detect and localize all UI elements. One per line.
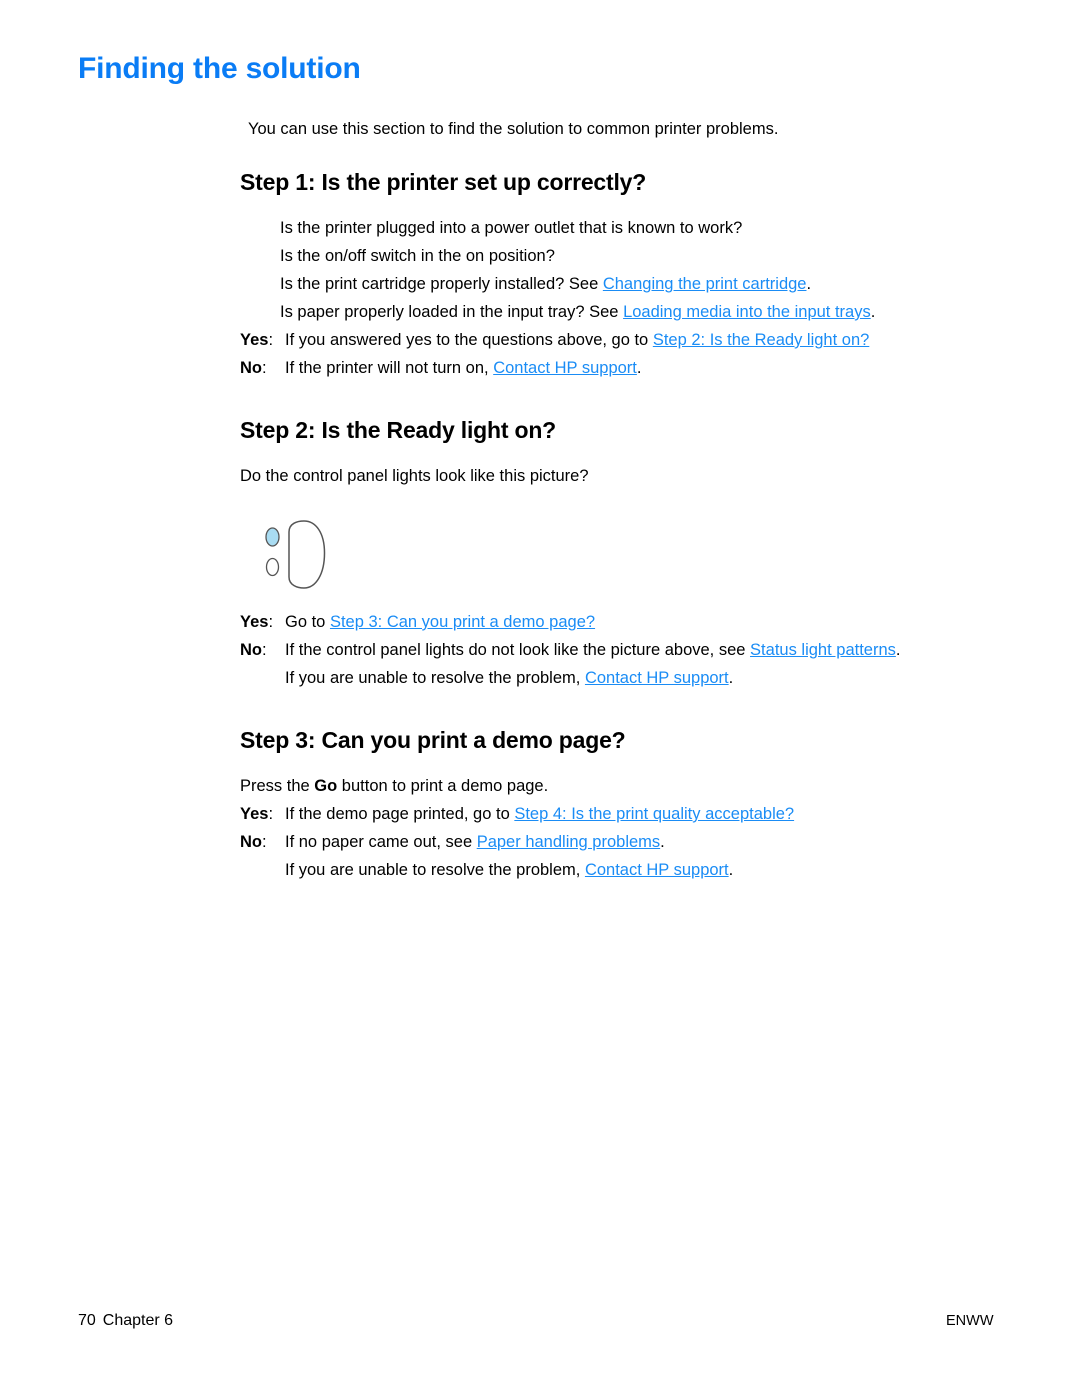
- yes-word: Yes: [240, 613, 269, 631]
- link-changing-the-print-cartridge[interactable]: Changing the print cartridge: [603, 275, 807, 293]
- attention-light-icon: [265, 557, 280, 577]
- step-3-yes-row: Yes: If the demo page printed, go to Ste…: [240, 800, 1030, 828]
- go-button-name: Go: [314, 777, 338, 795]
- no-word: No: [240, 359, 262, 377]
- text-fragment: .: [728, 669, 734, 687]
- step-1-no-row: No: If the printer will not turn on, Con…: [240, 354, 1030, 382]
- step-1-yes-text: If you answered yes to the questions abo…: [285, 326, 1030, 354]
- no-label: No:: [240, 828, 285, 856]
- step-1-no-text: If the printer will not turn on, Contact…: [285, 354, 1030, 382]
- link-contact-hp-support[interactable]: Contact HP support: [585, 861, 729, 879]
- no-colon: :: [262, 833, 267, 851]
- step-2-question: Do the control panel lights look like th…: [240, 467, 589, 485]
- yes-colon: :: [268, 331, 274, 349]
- step-1-question-4: Is paper properly loaded in the input tr…: [280, 298, 1030, 326]
- footer-left: 70 Chapter 6: [78, 1312, 173, 1330]
- yes-label: Yes:: [240, 326, 285, 354]
- text-fragment: If the control panel lights do not look …: [285, 641, 751, 659]
- no-word: No: [240, 833, 262, 851]
- no-colon: :: [262, 641, 267, 659]
- step-2-heading: Step 2: Is the Ready light on?: [240, 417, 557, 443]
- link-loading-media-into-the-input-trays[interactable]: Loading media into the input trays: [623, 303, 871, 321]
- yes-colon: :: [268, 613, 274, 631]
- step-3-instruction: Press the Go button to print a demo page…: [240, 772, 1030, 800]
- yes-word: Yes: [240, 331, 269, 349]
- go-button-icon: [288, 520, 326, 589]
- step-3-heading: Step 3: Can you print a demo page?: [240, 727, 626, 753]
- step-2-continuation: If you are unable to resolve the problem…: [285, 664, 1030, 692]
- text-fragment: .: [728, 861, 734, 879]
- step-2-yes-text: Go to Step 3: Can you print a demo page?: [285, 608, 1030, 636]
- text-fragment: .: [660, 833, 665, 851]
- yes-colon: :: [268, 805, 274, 823]
- text-fragment: .: [636, 359, 642, 377]
- step-3-yes-text: If the demo page printed, go to Step 4: …: [285, 800, 1030, 828]
- text-fragment: Is the print cartridge properly installe…: [280, 275, 603, 293]
- document-page: Finding the solution You can use this se…: [0, 0, 1080, 1397]
- no-label: No:: [240, 636, 285, 664]
- text-fragment: .: [870, 303, 876, 321]
- link-contact-hp-support[interactable]: Contact HP support: [585, 669, 729, 687]
- step-1-question-3: Is the print cartridge properly installe…: [280, 270, 1030, 298]
- text-fragment: If no paper came out, see: [285, 833, 477, 851]
- step-1-yes-row: Yes: If you answered yes to the question…: [240, 326, 1030, 354]
- step-2-no-text: If the control panel lights do not look …: [285, 636, 1030, 664]
- step-1-heading: Step 1: Is the printer set up correctly?: [240, 169, 647, 195]
- page-number: 70: [78, 1312, 96, 1329]
- link-paper-handling-problems[interactable]: Paper handling problems: [477, 833, 660, 851]
- text-fragment: If you are unable to resolve the problem…: [285, 861, 585, 879]
- control-panel-lights-figure: [264, 520, 344, 596]
- text-fragment: .: [895, 641, 901, 659]
- no-label: No:: [240, 354, 285, 382]
- text-fragment: If the printer will not turn on,: [285, 359, 494, 377]
- step-2-yes-row: Yes: Go to Step 3: Can you print a demo …: [240, 608, 1030, 636]
- yes-word: Yes: [240, 805, 269, 823]
- no-colon: :: [262, 359, 267, 377]
- yes-label: Yes:: [240, 800, 285, 828]
- link-status-light-patterns[interactable]: Status light patterns: [750, 641, 896, 659]
- page-title: Finding the solution: [78, 52, 361, 85]
- text-fragment: button to print a demo page.: [337, 777, 549, 795]
- ready-light-icon: [265, 527, 280, 547]
- link-step-4-is-the-print-quality-acceptable[interactable]: Step 4: Is the print quality acceptable?: [514, 805, 794, 823]
- step-3-continuation: If you are unable to resolve the problem…: [285, 856, 1030, 884]
- page-content: You can use this section to find the sol…: [240, 118, 1030, 884]
- text-fragment: If you are unable to resolve the problem…: [285, 669, 585, 687]
- step-1-question-2: Is the on/off switch in the on position?: [280, 247, 555, 265]
- link-step-2-is-the-ready-light-on[interactable]: Step 2: Is the Ready light on?: [653, 331, 869, 349]
- chapter-label: Chapter 6: [102, 1312, 174, 1329]
- intro-paragraph: You can use this section to find the sol…: [248, 120, 779, 138]
- text-fragment: If you answered yes to the questions abo…: [285, 331, 653, 349]
- yes-label: Yes:: [240, 608, 285, 636]
- text-fragment: Press the: [240, 777, 315, 795]
- text-fragment: Is paper properly loaded in the input tr…: [280, 303, 624, 321]
- step-2-no-row: No: If the control panel lights do not l…: [240, 636, 1030, 664]
- step-1-question-1: Is the printer plugged into a power outl…: [280, 219, 743, 237]
- link-step-3-can-you-print-a-demo-page[interactable]: Step 3: Can you print a demo page?: [330, 613, 595, 631]
- footer-locale: ENWW: [946, 1313, 994, 1329]
- no-word: No: [240, 641, 262, 659]
- text-fragment: If the demo page printed, go to: [285, 805, 515, 823]
- step-3-no-text: If no paper came out, see Paper handling…: [285, 828, 1030, 856]
- figure-spacer: [240, 490, 1030, 608]
- link-contact-hp-support[interactable]: Contact HP support: [493, 359, 637, 377]
- text-fragment: .: [806, 275, 812, 293]
- text-fragment: Go to: [285, 613, 330, 631]
- step-3-no-row: No: If no paper came out, see Paper hand…: [240, 828, 1030, 856]
